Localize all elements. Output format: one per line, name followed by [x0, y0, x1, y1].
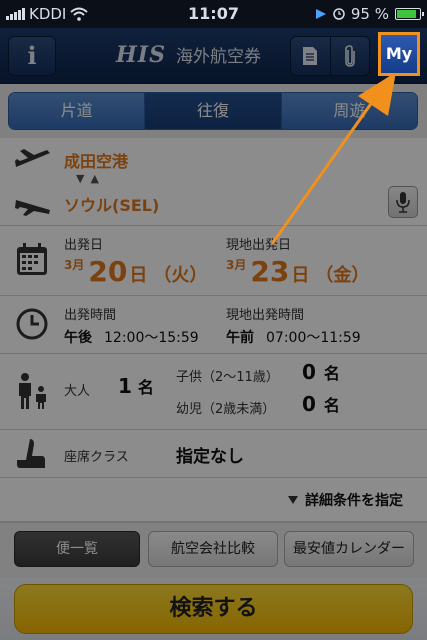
departure-day-suffix: 日 [129, 265, 148, 286]
child-count[interactable]: 0名 [302, 360, 340, 384]
departure-airport[interactable]: 成田空港 [64, 148, 128, 172]
return-time-value: 午前 07:00〜11:59 [226, 327, 361, 347]
trip-multi-city[interactable]: 周遊 [280, 93, 417, 129]
detail-conditions-label: 詳細条件を指定 [305, 493, 403, 509]
trip-one-way[interactable]: 片道 [9, 93, 145, 129]
times-row: 出発時間 午後 12:00〜15:59 現地出発時間 午前 07:00〜11:5… [0, 296, 427, 354]
departure-date-caption: 出発日 [64, 238, 104, 253]
microphone-icon [396, 192, 410, 213]
departure-time-caption: 出発時間 [64, 308, 117, 323]
return-date[interactable]: 現地出発日 3月 23 日 （金） [226, 234, 369, 288]
my-button[interactable]: My [378, 32, 420, 76]
return-time-caption: 現地出発時間 [226, 308, 305, 323]
triangle-down-icon [288, 496, 298, 504]
seat-class-value: 指定なし [176, 447, 244, 467]
status-right: 95 % [315, 5, 424, 23]
return-weekday: （金） [315, 265, 370, 286]
departure-date-value: 3月 20 日 （火） [64, 255, 207, 288]
route-row: 成田空港 ▼▲ ソウル(SEL) [0, 138, 427, 226]
seat-icon [17, 439, 45, 468]
return-time-period: 午前 [226, 330, 254, 346]
detail-row: 詳細条件を指定 [0, 478, 427, 522]
departure-weekday: （火） [153, 265, 208, 286]
battery-percent: 95 % [350, 5, 389, 23]
return-date-value: 3月 23 日 （金） [226, 255, 369, 288]
toolbar-segment [290, 36, 370, 76]
plane-arrival-icon [15, 200, 50, 216]
dates-row: 出発日 3月 20 日 （火） 現地出発日 3月 23 日 （金） [0, 226, 427, 296]
search-button[interactable]: 検索する [14, 584, 413, 634]
adult-count[interactable]: 1名 [118, 374, 154, 398]
brand: HIS 海外航空券 [116, 42, 261, 68]
child-unit: 名 [323, 364, 340, 383]
adult-unit: 名 [137, 378, 154, 397]
departure-time-period: 午後 [64, 330, 92, 346]
clock-icon [16, 308, 48, 340]
child-label: 子供（2〜11歳） [176, 370, 279, 385]
tab-airline-compare[interactable]: 航空会社比較 [148, 531, 278, 567]
adult-count-value: 1 [118, 374, 132, 398]
document-button[interactable] [291, 37, 330, 75]
search-bar: 検索する [0, 578, 427, 640]
plane-departure-icon [15, 149, 50, 167]
alarm-icon [333, 8, 345, 20]
trip-type-bar: 片道 往復 周遊 [0, 84, 427, 138]
return-month: 3月 [226, 258, 247, 272]
return-time[interactable]: 現地出発時間 午前 07:00〜11:59 [226, 304, 361, 347]
people-icon [19, 373, 46, 409]
departure-time-range: 12:00〜15:59 [104, 330, 199, 346]
return-time-range: 07:00〜11:59 [266, 330, 361, 346]
tab-lowest-calendar[interactable]: 最安値カレンダー [284, 531, 414, 567]
trip-round-trip[interactable]: 往復 [144, 93, 281, 129]
departure-month: 3月 [64, 258, 85, 272]
info-icon: i [27, 41, 37, 70]
seat-class-label: 座席クラス [64, 450, 129, 465]
departure-time[interactable]: 出発時間 午後 12:00〜15:59 [64, 304, 199, 347]
detail-conditions-link[interactable]: 詳細条件を指定 [287, 490, 403, 510]
voice-input-button[interactable] [388, 186, 418, 218]
return-date-caption: 現地出発日 [226, 238, 292, 253]
return-day-suffix: 日 [291, 265, 310, 286]
departure-time-value: 午後 12:00〜15:59 [64, 327, 199, 347]
infant-count[interactable]: 0名 [302, 392, 340, 416]
departure-day: 20 [88, 255, 128, 288]
battery-icon [395, 8, 424, 20]
departure-date[interactable]: 出発日 3月 20 日 （火） [64, 234, 207, 288]
his-logo: HIS [116, 42, 166, 68]
return-day: 23 [250, 255, 290, 288]
clip-button[interactable] [329, 37, 370, 75]
tab-flight-list[interactable]: 便一覧 [14, 531, 140, 567]
arrival-airport[interactable]: ソウル(SEL) [64, 192, 159, 216]
passengers-row: 大人 1名 子供（2〜11歳） 0名 幼児（2歳未満） 0名 [0, 354, 427, 430]
infant-count-value: 0 [302, 392, 316, 416]
adult-label: 大人 [64, 384, 91, 399]
infant-label: 幼児（2歳未満） [176, 402, 276, 417]
info-button[interactable]: i [8, 36, 56, 76]
result-type-bar: 便一覧 航空会社比較 最安値カレンダー [0, 522, 427, 578]
document-icon [303, 47, 318, 65]
seat-class-row[interactable]: 座席クラス 指定なし [0, 430, 427, 478]
page-title: 海外航空券 [175, 47, 261, 67]
child-count-value: 0 [302, 360, 316, 384]
calendar-icon [17, 243, 47, 275]
location-icon [315, 9, 326, 19]
swap-arrows[interactable]: ▼▲ [76, 172, 105, 185]
trip-type-segment: 片道 往復 周遊 [8, 92, 418, 130]
nav-bar: i HIS 海外航空券 [0, 28, 427, 84]
status-bar: KDDI 11:07 95 % [0, 0, 427, 28]
paperclip-icon [344, 45, 355, 67]
infant-unit: 名 [323, 396, 340, 415]
